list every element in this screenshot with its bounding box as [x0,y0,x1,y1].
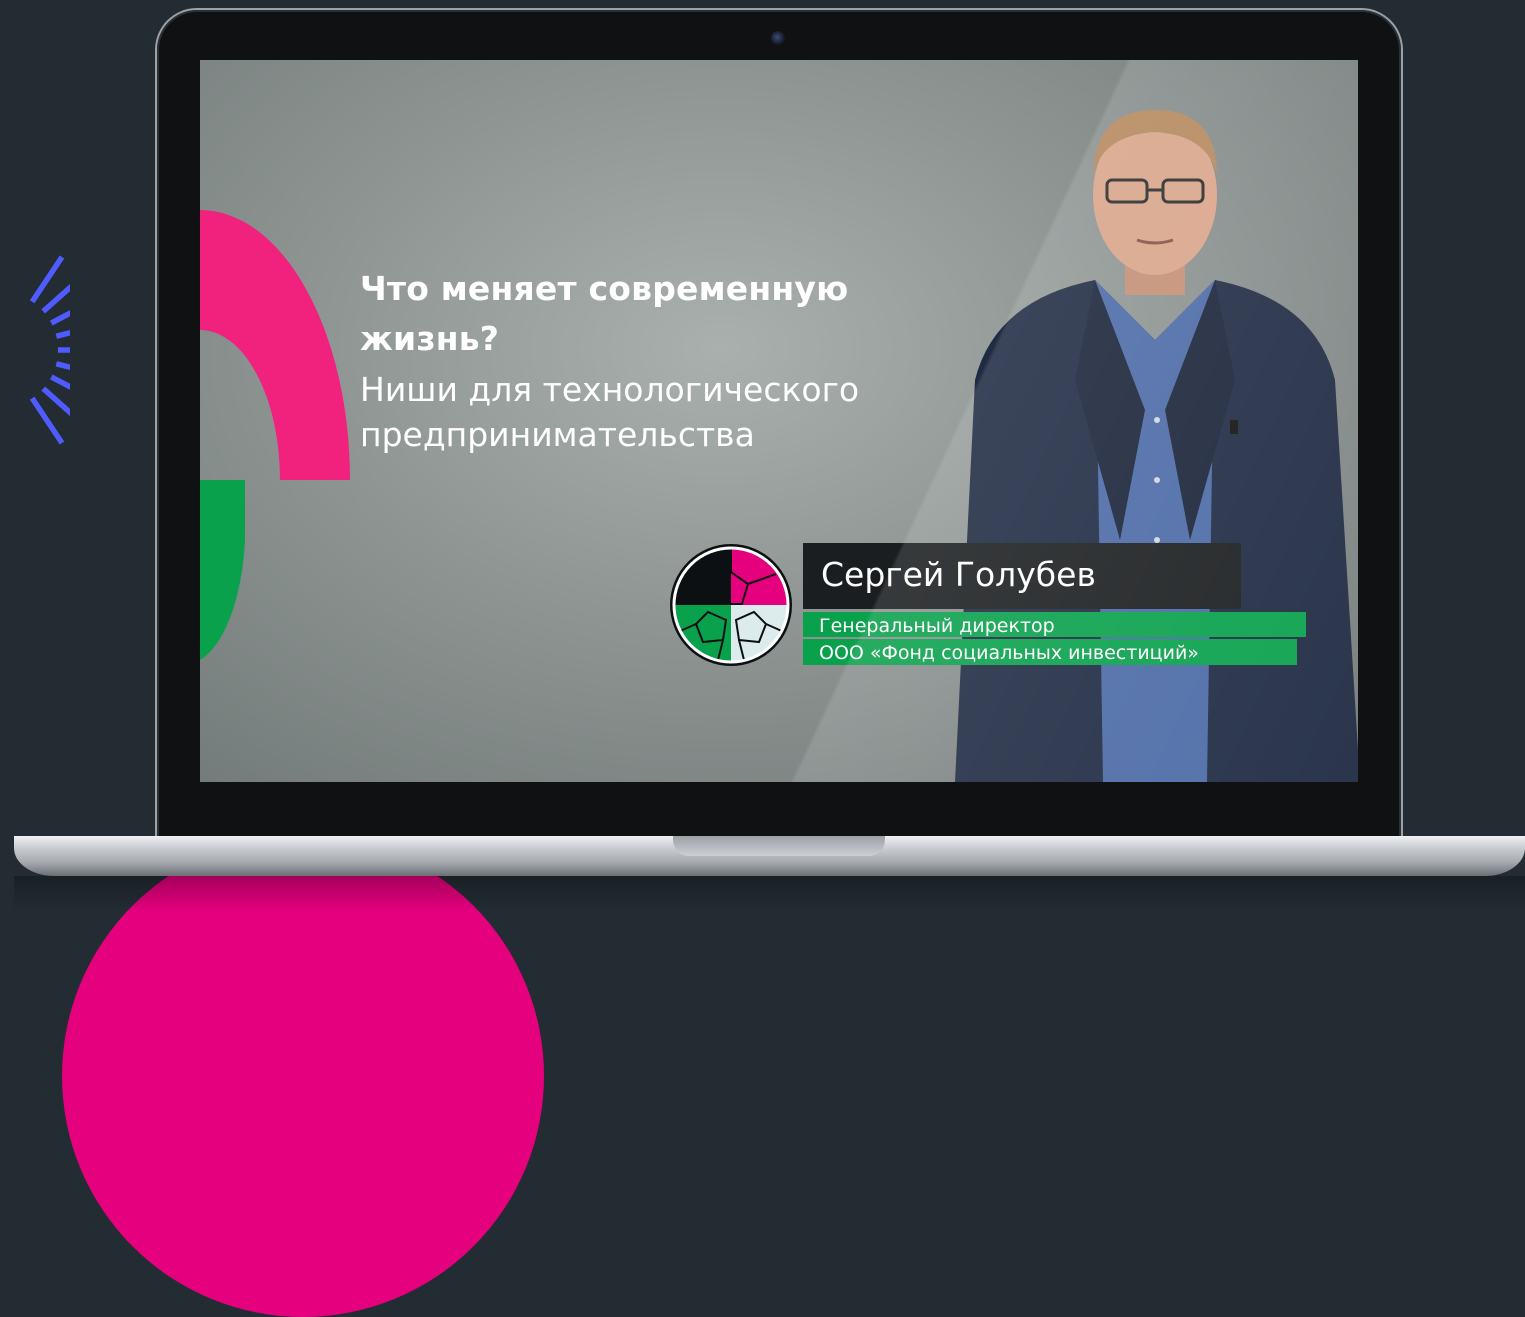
laptop-opening-notch [673,836,885,856]
video-title-subheading: Ниши для технологического предпринимател… [360,370,860,454]
laptop-shadow [14,876,1525,912]
speaker-name: Сергей Голубев [821,555,1096,594]
video-title: Что меняет современную жизнь? Ниши для т… [360,264,980,457]
speaker-organization: ООО «Фонд социальных инвестиций» [819,642,1199,664]
video-title-heading: Что меняет современную жизнь? [360,269,849,358]
speaker-organization-box: ООО «Фонд социальных инвестиций» [803,639,1297,665]
presenter-figure [955,110,1358,782]
starburst-icon [0,255,70,445]
pink-green-arc-decoration [200,210,350,660]
camera-icon [771,31,785,45]
video-player-screen[interactable]: Что меняет современную жизнь? Ниши для т… [200,60,1358,782]
fullerene-logo-icon [670,544,792,666]
speaker-name-box: Сергей Голубев [803,543,1241,609]
speaker-role-box: Генеральный директор [803,612,1306,637]
speaker-role: Генеральный директор [819,615,1055,637]
